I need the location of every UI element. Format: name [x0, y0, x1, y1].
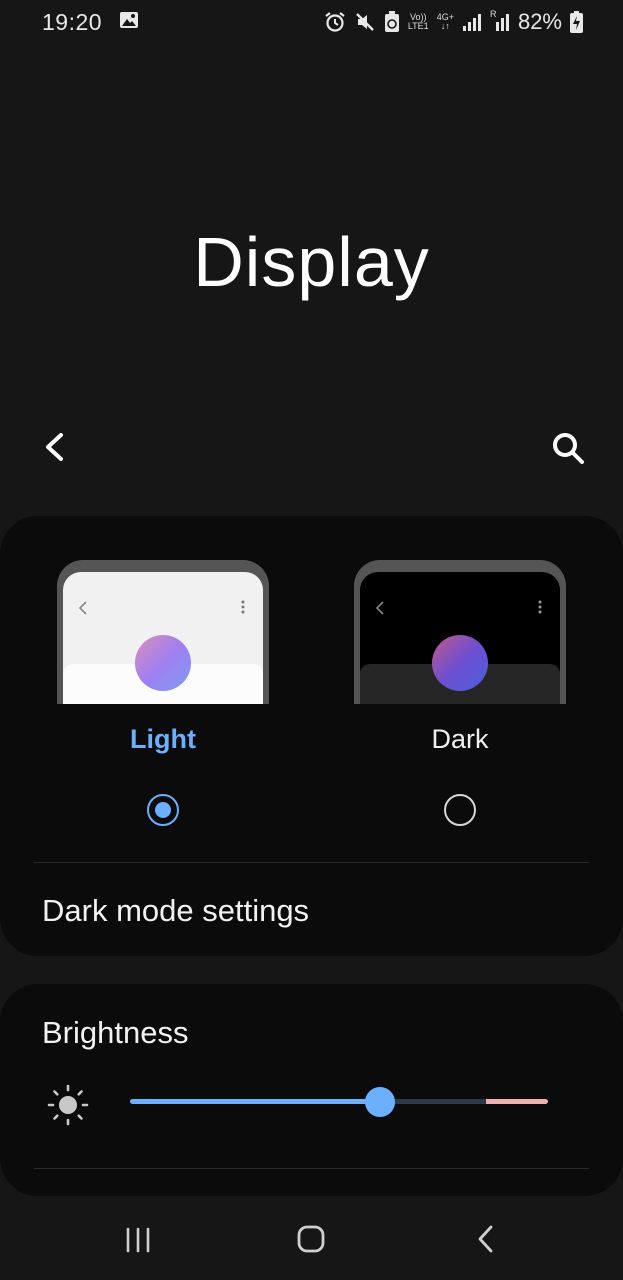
home-icon[interactable] [296, 1224, 326, 1254]
light-radio-button[interactable] [147, 794, 179, 826]
brightness-track-rest [380, 1099, 486, 1104]
gallery-icon [120, 12, 138, 28]
status-bar: 19:20 Vo)) LTE1 4G+ ↓↑ R 82% [0, 0, 623, 44]
search-button[interactable] [548, 428, 588, 468]
light-option-label[interactable]: Light [57, 724, 269, 755]
dark-mode-settings-item[interactable]: Dark mode settings [42, 893, 309, 929]
preview-back-icon [375, 601, 384, 615]
recent-apps-icon[interactable] [124, 1226, 152, 1254]
brightness-track-fill [130, 1099, 380, 1104]
dark-theme-preview[interactable] [354, 560, 566, 704]
signal-roaming-icon: R [490, 10, 510, 32]
preview-more-icon [241, 600, 245, 614]
brightness-track-high [486, 1099, 548, 1104]
preview-back-icon [78, 601, 87, 615]
page-title: Display [193, 223, 430, 301]
brightness-slider-thumb[interactable] [365, 1087, 395, 1117]
navigation-bar [0, 1196, 623, 1280]
net-type-indicator: 4G+ ↓↑ [436, 12, 454, 31]
brightness-sun-icon [47, 1084, 89, 1126]
preview-more-icon [538, 600, 542, 614]
divider [34, 1168, 589, 1169]
preview-circle [432, 635, 488, 691]
status-time: 19:20 [42, 9, 103, 35]
dark-option-label[interactable]: Dark [354, 724, 566, 755]
preview-circle [135, 635, 191, 691]
mute-icon [355, 13, 374, 31]
back-button[interactable] [36, 428, 76, 468]
light-theme-preview[interactable] [57, 560, 269, 704]
recycle-icon [384, 11, 399, 32]
battery-percent: 82% [517, 9, 562, 34]
volte-indicator: Vo)) LTE1 [407, 12, 429, 31]
dark-radio-button[interactable] [444, 794, 476, 826]
brightness-label: Brightness [42, 1015, 189, 1050]
status-icons: Vo)) LTE1 4G+ ↓↑ R 82% [324, 9, 583, 35]
signal-icon [462, 14, 481, 31]
alarm-icon [325, 12, 345, 32]
divider [34, 862, 589, 863]
battery-charging-icon [570, 11, 583, 33]
back-nav-icon[interactable] [474, 1224, 498, 1254]
